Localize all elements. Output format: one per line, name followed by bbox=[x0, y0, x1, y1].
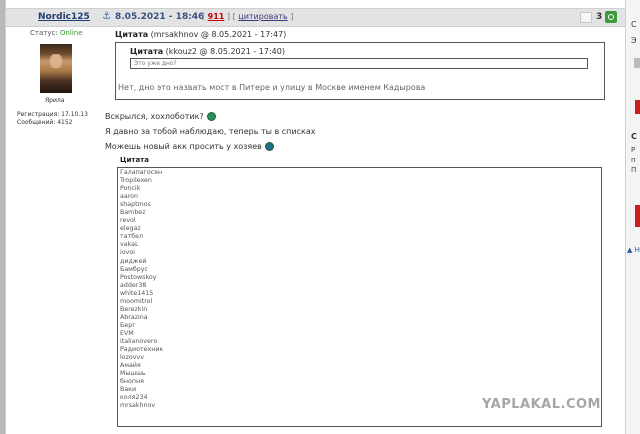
sidebar-text: Э bbox=[631, 36, 637, 45]
list-item: бнопня bbox=[120, 378, 144, 386]
sidebar-text: Р bbox=[631, 146, 636, 154]
list-item: татбел bbox=[120, 233, 143, 241]
status-label: Статус: bbox=[30, 29, 60, 37]
sidebar-heading: С bbox=[631, 132, 637, 141]
list-item: Poncik bbox=[120, 185, 141, 193]
quote-label-rest: (mrsakhnov @ 8.05.2021 - 17:47) bbox=[148, 30, 287, 39]
post-header: Nordic125 ⚓ 8.05.2021 - 18:46 [ 911 ] [ … bbox=[6, 8, 625, 27]
quote-label: Цитата bbox=[120, 156, 149, 164]
status-value: Online bbox=[59, 29, 83, 37]
list-item: white1415 bbox=[120, 289, 154, 297]
post-date: 8.05.2021 - 18:46 bbox=[115, 12, 205, 22]
list-item: диджей bbox=[120, 257, 147, 265]
nested-quote-box: Это уже дно? bbox=[130, 58, 588, 69]
list-item: Мышшь bbox=[120, 370, 146, 378]
post-meta-links: [ 911 ] [ цитировать ] bbox=[202, 12, 293, 21]
user-list: Галапагосян Tropilexen Poncik aaron shaptmos… bbox=[118, 168, 601, 411]
list-item: adder38 bbox=[120, 281, 147, 289]
list-item: Галапагосян bbox=[120, 169, 163, 176]
post-text-line-3: Можешь новый акк просить у хозяев bbox=[105, 142, 274, 151]
post-number-link[interactable]: 911 bbox=[208, 12, 225, 21]
list-item: Бамбрус bbox=[120, 265, 148, 273]
list-item: Берг bbox=[120, 321, 136, 329]
list-item: Радиотехник bbox=[120, 346, 164, 354]
avatar[interactable] bbox=[40, 44, 72, 93]
post-text-line-1: Вскрылся, хохлоботик? bbox=[105, 112, 216, 121]
post-text-1: Вскрылся, хохлоботик? bbox=[105, 112, 204, 121]
bracket-close: ] bbox=[287, 12, 294, 21]
rating-count: 3 bbox=[596, 12, 603, 22]
list-item: Tropilexen bbox=[120, 177, 152, 185]
sidebar-link[interactable]: ▲ Н bbox=[627, 246, 640, 254]
list-item: iovoi bbox=[120, 249, 135, 257]
sidebar-banner[interactable] bbox=[635, 100, 640, 114]
quote-text: Нет, дно это назвать мост в Питере и ули… bbox=[118, 83, 426, 92]
right-sidebar: С Э С Р п П ▲ Н bbox=[626, 0, 640, 434]
list-item: shaptmos bbox=[120, 201, 151, 209]
smiley-icon bbox=[206, 112, 216, 121]
list-item: vakaL bbox=[120, 241, 139, 249]
watermark-logo: YAPLAKAL.COM bbox=[482, 397, 601, 412]
list-item: italianovero bbox=[120, 337, 158, 345]
registration-date: Регистрация: 17.10.13 bbox=[17, 111, 88, 118]
list-item: Berezkin bbox=[120, 305, 148, 313]
quote-block: Цитата (mrsakhnov @ 8.05.2021 - 17:47) Ц… bbox=[115, 30, 610, 100]
list-item: Амайя bbox=[120, 362, 141, 370]
sidebar-text: С bbox=[631, 20, 637, 29]
list-item: elegaz bbox=[120, 225, 141, 233]
nested-quote-text: Это уже дно? bbox=[134, 60, 177, 67]
list-item: EVM bbox=[120, 329, 134, 337]
user-status: Статус: Online bbox=[30, 29, 83, 37]
sidebar-banner[interactable] bbox=[635, 205, 640, 227]
avatar-caption: Ярила bbox=[45, 97, 65, 104]
anchor-icon[interactable]: ⚓ bbox=[102, 11, 111, 22]
quote-list-box: Галапагосян Tropilexen Poncik aaron shaptmos… bbox=[117, 167, 602, 427]
quote-box: Цитата (kkouz2 @ 8.05.2021 - 17:40) Это … bbox=[115, 42, 605, 100]
cite-link[interactable]: цитировать bbox=[238, 12, 287, 21]
nested-quote-label: Цитата (kkouz2 @ 8.05.2021 - 17:40) bbox=[130, 47, 285, 56]
nested-quote-label-bold: Цитата bbox=[130, 47, 164, 56]
quote-label-bold: Цитата bbox=[115, 30, 149, 39]
rating-plus-icon[interactable] bbox=[605, 11, 617, 23]
list-item: revol bbox=[120, 217, 136, 225]
list-item: moomitrol bbox=[120, 297, 153, 305]
forum-post: Nordic125 ⚓ 8.05.2021 - 18:46 [ 911 ] [ … bbox=[5, 0, 626, 434]
list-item: Postowskoy bbox=[120, 273, 157, 281]
post-text-3: Можешь новый акк просить у хозяев bbox=[105, 142, 262, 151]
rating-minus-button[interactable] bbox=[580, 12, 592, 23]
bracket-separator: ] [ bbox=[224, 12, 239, 21]
smiley-icon bbox=[264, 142, 274, 151]
list-item: Bambez bbox=[120, 209, 146, 217]
list-item: aaron bbox=[120, 193, 139, 201]
post-text-line-2: Я давно за тобой наблюдаю, теперь ты в с… bbox=[105, 127, 316, 136]
quote-label: Цитата (mrsakhnov @ 8.05.2021 - 17:47) bbox=[115, 30, 610, 39]
list-item: lozovvv bbox=[120, 354, 144, 362]
message-count: Сообщений: 4152 bbox=[17, 119, 73, 126]
author-name-link[interactable]: Nordic125 bbox=[38, 12, 90, 22]
list-item: Abrazina bbox=[120, 313, 148, 321]
nested-quote-label-rest: (kkouz2 @ 8.05.2021 - 17:40) bbox=[163, 47, 285, 56]
sidebar-text: П bbox=[631, 166, 637, 174]
sidebar-divider bbox=[634, 58, 640, 68]
sidebar-text: п bbox=[631, 156, 636, 164]
list-item: Ваки bbox=[120, 386, 137, 394]
